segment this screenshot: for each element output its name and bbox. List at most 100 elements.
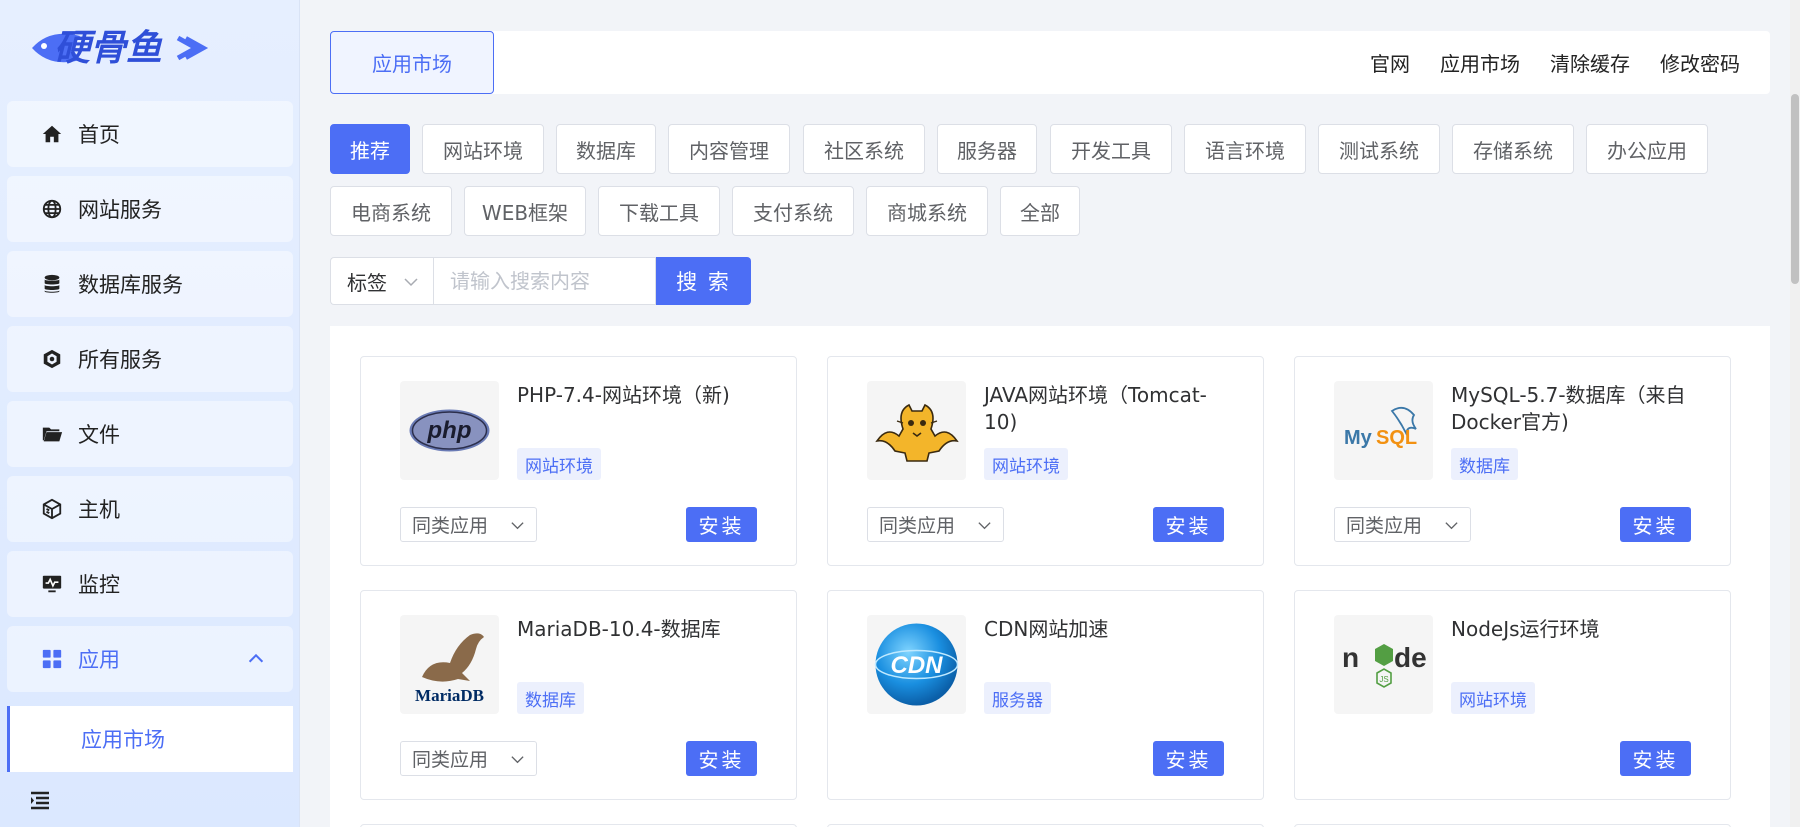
- app-name: CDN网站加速: [984, 617, 1109, 641]
- link-clear-cache[interactable]: 清除缓存: [1550, 48, 1630, 77]
- similar-apps-label: 同类应用: [412, 749, 489, 771]
- tomcat-logo: [867, 381, 966, 480]
- sidebar-item-home[interactable]: 首页: [7, 101, 293, 167]
- app-name: NodeJs运行环境: [1451, 617, 1600, 641]
- database-icon: [40, 272, 64, 296]
- cdn-logo: CDN: [867, 615, 966, 714]
- server-icon: [40, 497, 64, 521]
- php-logo: php: [400, 381, 499, 480]
- app-card: MariaDB MariaDB-10.4-数据库 数据库 同类应用 安装: [360, 590, 797, 800]
- app-list-panel: php PHP-7.4-网站环境（新) 网站环境 同类应用 安装 JAVA网站环…: [330, 326, 1770, 827]
- svg-text:de: de: [1394, 642, 1427, 673]
- sidebar-item-website-service[interactable]: 网站服务: [7, 176, 293, 242]
- app-category-badge[interactable]: 网站环境: [517, 448, 601, 480]
- category-all[interactable]: 全部: [1000, 186, 1080, 236]
- app-category-badge[interactable]: 网站环境: [984, 448, 1068, 480]
- svg-text:硬骨鱼: 硬骨鱼: [54, 27, 163, 68]
- tag-select[interactable]: 标签: [330, 257, 433, 305]
- brand-logo[interactable]: 硬骨鱼: [28, 20, 210, 76]
- category-testing[interactable]: 测试系统: [1318, 124, 1440, 174]
- apps-icon: [40, 647, 64, 671]
- sidebar-item-database-service[interactable]: 数据库服务: [7, 251, 293, 317]
- install-button[interactable]: 安装: [1153, 507, 1224, 542]
- sidebar-item-label: 主机: [78, 498, 120, 522]
- install-button[interactable]: 安装: [1153, 741, 1224, 776]
- home-icon: [40, 122, 64, 146]
- category-lang-env[interactable]: 语言环境: [1184, 124, 1306, 174]
- sidebar-subitem-app-market[interactable]: 应用市场: [7, 706, 293, 772]
- category-recommended[interactable]: 推荐: [330, 124, 410, 174]
- sidebar-item-label: 首页: [78, 123, 120, 147]
- sidebar-item-host[interactable]: 主机: [7, 476, 293, 542]
- link-official-site[interactable]: 官网: [1370, 48, 1410, 77]
- app-name: JAVA网站环境（Tomcat-10): [984, 383, 1207, 434]
- sidebar-item-label: 网站服务: [78, 198, 162, 222]
- similar-apps-dropdown[interactable]: 同类应用: [400, 507, 537, 542]
- tag-select-label: 标签: [347, 270, 387, 295]
- app-name: PHP-7.4-网站环境（新): [517, 383, 730, 407]
- top-bar: 应用市场 官网 应用市场 清除缓存 修改密码: [330, 31, 1770, 94]
- install-button[interactable]: 安装: [1620, 507, 1691, 542]
- svg-text:php: php: [427, 417, 472, 444]
- similar-apps-label: 同类应用: [1346, 515, 1423, 537]
- category-mall[interactable]: 商城系统: [866, 186, 988, 236]
- app-card: CDN CDN网站加速 服务器 安装: [827, 590, 1264, 800]
- sidebar-item-apps[interactable]: 应用: [7, 626, 293, 692]
- similar-apps-dropdown[interactable]: 同类应用: [400, 741, 537, 776]
- svg-text:JS: JS: [1379, 675, 1388, 684]
- similar-apps-dropdown[interactable]: 同类应用: [867, 507, 1004, 542]
- sidebar-item-all-services[interactable]: 所有服务: [7, 326, 293, 392]
- nodejs-logo: n de JS: [1334, 615, 1433, 714]
- link-change-password[interactable]: 修改密码: [1660, 48, 1740, 77]
- category-download-tools[interactable]: 下载工具: [598, 186, 720, 236]
- install-button[interactable]: 安装: [686, 507, 757, 542]
- install-button[interactable]: 安装: [1620, 741, 1691, 776]
- sidebar: 硬骨鱼 首页 网站服务 数据库服务 所有服务 文件 主机 监控 应用 应用市场: [0, 0, 300, 827]
- menu-collapse-icon[interactable]: [28, 788, 52, 812]
- link-app-market[interactable]: 应用市场: [1440, 48, 1520, 77]
- similar-apps-label: 同类应用: [412, 515, 489, 537]
- category-storage[interactable]: 存储系统: [1452, 124, 1574, 174]
- top-links: 官网 应用市场 清除缓存 修改密码: [1370, 31, 1740, 94]
- app-category-badge[interactable]: 数据库: [517, 682, 584, 714]
- search-input[interactable]: [433, 257, 656, 305]
- chevron-up-icon: [248, 653, 264, 663]
- category-server[interactable]: 服务器: [937, 124, 1037, 174]
- search-button[interactable]: 搜 索: [656, 257, 751, 305]
- chevron-down-icon: [511, 756, 524, 764]
- category-payment[interactable]: 支付系统: [732, 186, 854, 236]
- app-card: n de JS NodeJs运行环境 网站环境 安装: [1294, 590, 1731, 800]
- chevron-down-icon: [404, 278, 418, 287]
- category-office[interactable]: 办公应用: [1586, 124, 1708, 174]
- category-ecommerce[interactable]: 电商系统: [330, 186, 452, 236]
- monitor-icon: [40, 572, 64, 596]
- mysql-logo: My SQL: [1334, 381, 1433, 480]
- category-cms[interactable]: 内容管理: [668, 124, 790, 174]
- chevron-down-icon: [978, 522, 991, 530]
- app-card: php PHP-7.4-网站环境（新) 网站环境 同类应用 安装: [360, 356, 797, 566]
- scrollbar-thumb[interactable]: [1791, 94, 1799, 284]
- category-database[interactable]: 数据库: [556, 124, 656, 174]
- sidebar-item-label: 文件: [78, 423, 120, 447]
- similar-apps-dropdown[interactable]: 同类应用: [1334, 507, 1471, 542]
- app-category-badge[interactable]: 网站环境: [1451, 682, 1535, 714]
- category-web-framework[interactable]: WEB框架: [464, 186, 586, 236]
- app-category-badge[interactable]: 数据库: [1451, 448, 1518, 480]
- folder-icon: [40, 422, 64, 446]
- svg-text:My: My: [1344, 427, 1373, 449]
- app-category-badge[interactable]: 服务器: [984, 682, 1051, 714]
- fish-logo-icon: 硬骨鱼: [32, 27, 209, 68]
- category-dev-tools[interactable]: 开发工具: [1050, 124, 1172, 174]
- app-card: JAVA网站环境（Tomcat-10) 网站环境 同类应用 安装: [827, 356, 1264, 566]
- category-community[interactable]: 社区系统: [803, 124, 925, 174]
- sidebar-item-label: 应用: [78, 648, 120, 672]
- similar-apps-label: 同类应用: [879, 515, 956, 537]
- app-card: My SQL MySQL-5.7-数据库（来自Docker官方) 数据库 同类应…: [1294, 356, 1731, 566]
- chevron-down-icon: [1445, 522, 1458, 530]
- sidebar-item-monitor[interactable]: 监控: [7, 551, 293, 617]
- sidebar-item-files[interactable]: 文件: [7, 401, 293, 467]
- search-bar: 标签 搜 索: [330, 257, 751, 305]
- tab-app-market[interactable]: 应用市场: [330, 31, 494, 94]
- category-web-env[interactable]: 网站环境: [422, 124, 544, 174]
- install-button[interactable]: 安装: [686, 741, 757, 776]
